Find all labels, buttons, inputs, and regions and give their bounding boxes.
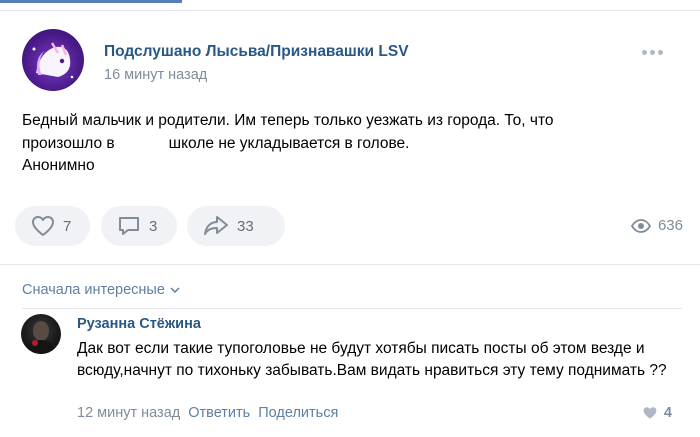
chevron-down-icon — [170, 287, 180, 293]
tab-indicator — [0, 0, 182, 3]
post-actions: 7 3 33 636 — [15, 206, 685, 246]
share-count: 33 — [237, 217, 254, 235]
comment-time[interactable]: 12 минут назад — [77, 405, 180, 421]
heart-icon — [643, 407, 657, 419]
views-count: 636 — [657, 217, 683, 234]
post-text-line: Анонимно — [22, 157, 95, 174]
heart-icon — [32, 216, 54, 236]
comment-button[interactable]: 3 — [101, 206, 177, 246]
post-header: Подслушано Лысьва/Признавашки LSV 16 мин… — [22, 29, 682, 93]
like-button[interactable]: 7 — [15, 206, 90, 246]
group-avatar[interactable] — [22, 29, 84, 91]
comment-like-count: 4 — [663, 405, 672, 421]
comment-like-button[interactable]: 4 — [642, 405, 672, 421]
comment-share-button[interactable]: Поделиться — [258, 405, 338, 421]
post-text-line: Бедный мальчик и родители. Им теперь тол… — [22, 112, 554, 129]
reply-button[interactable]: Ответить — [188, 405, 250, 421]
sort-dropdown[interactable]: Сначала интересные — [22, 282, 180, 298]
comment-text: Дак вот если такие тупоголовье не будут … — [77, 340, 667, 379]
eye-icon — [630, 218, 651, 233]
post-time[interactable]: 16 минут назад — [104, 67, 207, 83]
comment-icon — [119, 217, 139, 235]
share-icon — [204, 216, 228, 235]
top-divider — [0, 10, 700, 11]
share-button[interactable]: 33 — [187, 206, 285, 246]
post-text-line: произошло в школе не укладывается в голов… — [22, 134, 410, 152]
sort-label: Сначала интересные — [22, 282, 165, 298]
like-count: 7 — [63, 217, 72, 235]
more-icon[interactable] — [642, 47, 664, 57]
section-divider — [0, 264, 700, 265]
comments-divider — [22, 308, 682, 309]
comment-avatar[interactable] — [21, 314, 61, 354]
views-counter: 636 — [630, 217, 683, 234]
post-author[interactable]: Подслушано Лысьва/Признавашки LSV — [104, 43, 409, 61]
comment-count: 3 — [149, 217, 158, 235]
post-text: Бедный мальчик и родители. Им теперь тол… — [22, 110, 682, 178]
comment-author[interactable]: Рузанна Стёжина — [77, 316, 201, 332]
comment-meta: 12 минут назад Ответить Поделиться — [77, 405, 338, 421]
